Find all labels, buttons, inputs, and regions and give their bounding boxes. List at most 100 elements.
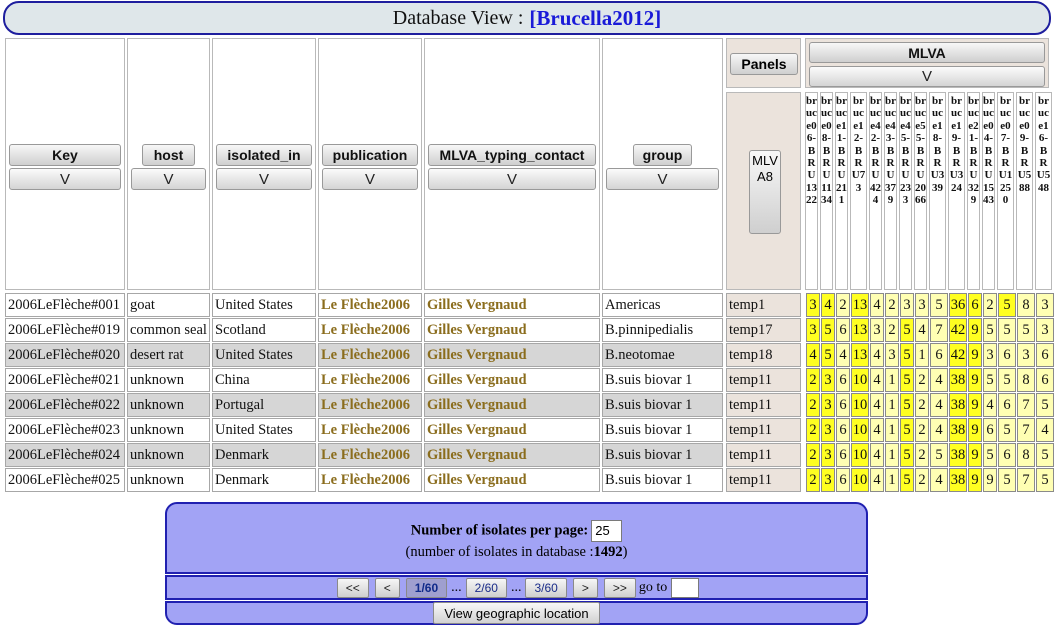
title-prefix: Database View :	[392, 6, 524, 29]
table-row[interactable]: 2006LeFlèche#020 desert rat United States L…	[3, 343, 1054, 367]
key-cell[interactable]: 2006LeFlèche#020	[5, 343, 125, 367]
publication-sort-button[interactable]: V	[322, 168, 418, 190]
contact-cell[interactable]: Gilles Vergnaud	[424, 343, 600, 367]
allele-cell: 6	[836, 368, 850, 392]
allele-cell: 5	[1036, 443, 1054, 467]
key-cell[interactable]: 2006LeFlèche#022	[5, 393, 125, 417]
per-page-input[interactable]: 25	[591, 520, 623, 542]
mlva8-panel-button[interactable]: MLVA8	[749, 150, 781, 234]
publication-cell[interactable]: Le Flèche2006	[318, 318, 422, 342]
table-row[interactable]: 2006LeFlèche#025 unknown Denmark Le Flèche2…	[3, 468, 1054, 492]
allele-cell: 4	[870, 443, 884, 467]
key-cell[interactable]: 2006LeFlèche#024	[5, 443, 125, 467]
contact-cell[interactable]: Gilles Vergnaud	[424, 468, 600, 492]
marker-header-6: bruce45-BRU233	[899, 92, 912, 290]
isolated-in-column-button[interactable]: isolated_in	[216, 144, 312, 166]
current-page-button[interactable]: 1/60	[405, 577, 448, 598]
publication-column-button[interactable]: publication	[322, 144, 418, 166]
allele-cell: 2	[806, 443, 820, 467]
allele-cell: 6	[1036, 368, 1054, 392]
next-page-button[interactable]: >	[572, 577, 598, 598]
key-cell[interactable]: 2006LeFlèche#023	[5, 418, 125, 442]
contact-cell[interactable]: Gilles Vergnaud	[424, 393, 600, 417]
mlva-sort-button[interactable]: V	[809, 66, 1045, 87]
last-page-button[interactable]: >>	[603, 577, 636, 598]
contact-cell[interactable]: Gilles Vergnaud	[424, 368, 600, 392]
database-name[interactable]: [Brucella2012]	[529, 6, 661, 31]
allele-cell: 5	[900, 343, 914, 367]
host-cell: desert rat	[127, 343, 210, 367]
allele-cell: 1	[885, 393, 899, 417]
host-column-button[interactable]: host	[142, 144, 195, 166]
view-geographic-location-button[interactable]: View geographic location	[433, 602, 600, 624]
panel-cell: temp11	[726, 418, 801, 442]
key-cell[interactable]: 2006LeFlèche#001	[5, 293, 125, 317]
db-count-suffix: )	[622, 544, 628, 560]
allele-cell: 8	[1017, 368, 1035, 392]
contact-cell[interactable]: Gilles Vergnaud	[424, 293, 600, 317]
table-row[interactable]: 2006LeFlèche#022 unknown Portugal Le Flèche…	[3, 393, 1054, 417]
contact-sort-button[interactable]: V	[428, 168, 596, 190]
allele-cell: 3	[1017, 343, 1035, 367]
first-page-button[interactable]: <<	[336, 577, 369, 598]
goto-page-input[interactable]	[671, 577, 700, 598]
allele-cell: 2	[915, 443, 929, 467]
mlva-column-button[interactable]: MLVA	[809, 42, 1045, 63]
allele-cell: 9	[983, 468, 997, 492]
marker-header-13: bruce09-BRU588	[1016, 92, 1033, 290]
contact-cell[interactable]: Gilles Vergnaud	[424, 318, 600, 342]
table-row[interactable]: 2006LeFlèche#024 unknown Denmark Le Flèche2…	[3, 443, 1054, 467]
allele-cell: 13	[851, 293, 869, 317]
publication-cell[interactable]: Le Flèche2006	[318, 468, 422, 492]
key-cell[interactable]: 2006LeFlèche#019	[5, 318, 125, 342]
previous-page-button[interactable]: <	[374, 577, 400, 598]
column-header-key: Key V	[5, 38, 125, 290]
host-sort-button[interactable]: V	[131, 168, 206, 190]
allele-cell: 6	[998, 343, 1016, 367]
publication-cell[interactable]: Le Flèche2006	[318, 293, 422, 317]
page-2-button[interactable]: 2/60	[465, 577, 507, 598]
allele-cell: 6	[836, 393, 850, 417]
per-page-box: Number of isolates per page: 25 (number o…	[165, 502, 868, 574]
group-sort-button[interactable]: V	[606, 168, 719, 190]
group-cell: B.suis biovar 1	[602, 443, 723, 467]
key-cell[interactable]: 2006LeFlèche#021	[5, 368, 125, 392]
allele-cell: 5	[900, 368, 914, 392]
isolated-in-cell: China	[212, 368, 316, 392]
contact-cell[interactable]: Gilles Vergnaud	[424, 443, 600, 467]
isolated-in-cell: Denmark	[212, 443, 316, 467]
key-sort-button[interactable]: V	[9, 168, 121, 190]
table-row[interactable]: 2006LeFlèche#001 goat United States Le Flèc…	[3, 293, 1054, 317]
contact-cell[interactable]: Gilles Vergnaud	[424, 418, 600, 442]
publication-cell[interactable]: Le Flèche2006	[318, 343, 422, 367]
allele-cell: 5	[1036, 468, 1054, 492]
publication-cell[interactable]: Le Flèche2006	[318, 443, 422, 467]
allele-cell: 5	[983, 368, 997, 392]
allele-cell: 2	[806, 393, 820, 417]
publication-cell[interactable]: Le Flèche2006	[318, 418, 422, 442]
marker-header-12: bruce07-BRU1250	[997, 92, 1014, 290]
allele-cell: 2	[885, 318, 899, 342]
allele-cell: 4	[983, 393, 997, 417]
publication-cell[interactable]: Le Flèche2006	[318, 368, 422, 392]
allele-cell: 4	[836, 343, 850, 367]
panels-button[interactable]: Panels	[730, 53, 798, 75]
page-3-button[interactable]: 3/60	[525, 577, 567, 598]
publication-cell[interactable]: Le Flèche2006	[318, 393, 422, 417]
goto-label: go to	[638, 579, 668, 595]
marker-header-11: bruce04-BRU1543	[982, 92, 995, 290]
contact-column-button[interactable]: MLVA_typing_contact	[428, 144, 596, 166]
key-cell[interactable]: 2006LeFlèche#025	[5, 468, 125, 492]
key-column-button[interactable]: Key	[9, 144, 121, 166]
table-row[interactable]: 2006LeFlèche#021 unknown China Le Flèche200…	[3, 368, 1054, 392]
group-cell: B.suis biovar 1	[602, 393, 723, 417]
allele-cell: 1	[885, 468, 899, 492]
allele-cell: 3	[870, 318, 884, 342]
allele-cell: 38	[949, 393, 967, 417]
table-row[interactable]: 2006LeFlèche#023 unknown United States Le F…	[3, 418, 1054, 442]
isolated-in-sort-button[interactable]: V	[216, 168, 312, 190]
page-navigation: << < 1/60 ... 2/60 ... 3/60 > >> go to	[165, 575, 868, 600]
allele-cell: 4	[870, 343, 884, 367]
table-row[interactable]: 2006LeFlèche#019 common seal Scotland Le Fl…	[3, 318, 1054, 342]
group-column-button[interactable]: group	[633, 144, 692, 166]
